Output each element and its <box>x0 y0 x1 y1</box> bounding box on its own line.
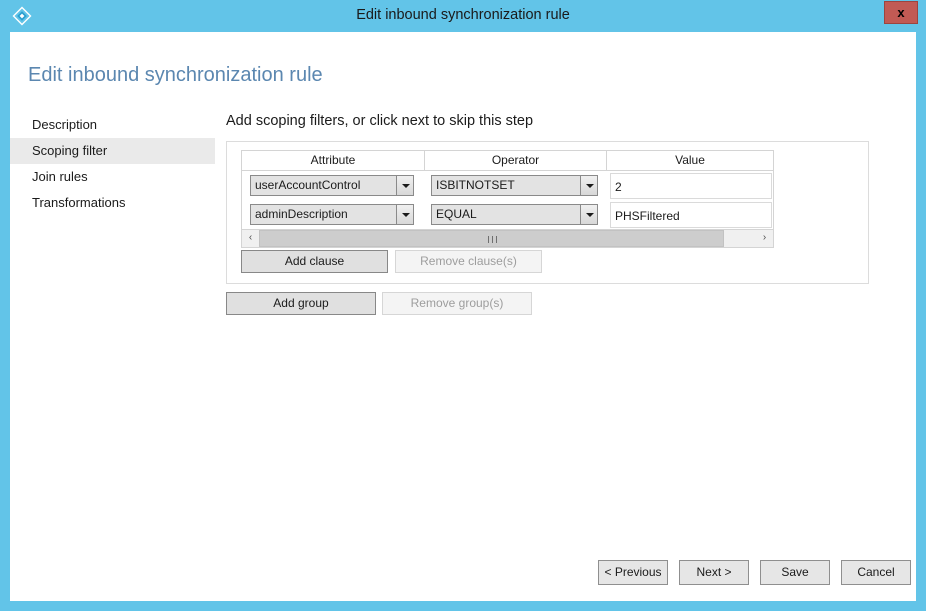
remove-clause-button: Remove clause(s) <box>395 250 542 273</box>
value-input[interactable] <box>610 201 772 228</box>
scrollbar-thumb[interactable] <box>259 230 724 247</box>
chevron-down-icon[interactable] <box>580 176 597 195</box>
column-header-value[interactable]: Value <box>607 151 773 170</box>
operator-dropdown[interactable]: ISBITNOTSET <box>431 175 598 196</box>
horizontal-scrollbar[interactable]: ‹ › <box>242 229 773 247</box>
cell-attribute: userAccountControl <box>242 175 425 196</box>
cell-operator: EQUAL <box>425 204 607 225</box>
attribute-dropdown-value: userAccountControl <box>255 178 361 192</box>
column-header-operator[interactable]: Operator <box>425 151 607 170</box>
sidebar-item-scoping-filter[interactable]: Scoping filter <box>10 138 215 164</box>
scoping-filter-group-panel: Attribute Operator Value userAccountCont… <box>226 141 869 284</box>
sidebar-item-transformations[interactable]: Transformations <box>10 190 215 216</box>
operator-dropdown[interactable]: EQUAL <box>431 204 598 225</box>
add-group-button[interactable]: Add group <box>226 292 376 315</box>
page-title: Edit inbound synchronization rule <box>28 64 323 86</box>
dialog-window: Edit inbound synchronization rule x Edit… <box>0 0 926 611</box>
cell-value <box>607 201 773 228</box>
next-button[interactable]: Next > <box>679 560 749 585</box>
remove-group-button: Remove group(s) <box>382 292 532 315</box>
chevron-down-icon[interactable] <box>580 205 597 224</box>
wizard-step-nav: Description Scoping filter Join rules Tr… <box>10 112 215 216</box>
cell-operator: ISBITNOTSET <box>425 175 607 196</box>
cancel-button[interactable]: Cancel <box>841 560 911 585</box>
chevron-down-icon[interactable] <box>396 176 413 195</box>
operator-dropdown-value: EQUAL <box>436 207 477 221</box>
table-row: userAccountControl ISBITNOTSET <box>242 171 773 200</box>
previous-button[interactable]: < Previous <box>598 560 668 585</box>
step-heading: Add scoping filters, or click next to sk… <box>226 113 534 129</box>
dialog-client-area: Edit inbound synchronization rule Descri… <box>10 32 916 601</box>
attribute-dropdown[interactable]: userAccountControl <box>250 175 414 196</box>
attribute-dropdown[interactable]: adminDescription <box>250 204 414 225</box>
operator-dropdown-value: ISBITNOTSET <box>436 178 515 192</box>
scroll-left-icon[interactable]: ‹ <box>242 230 259 247</box>
sidebar-item-join-rules[interactable]: Join rules <box>10 164 215 190</box>
dialog-footer: < Previous Next > Save Cancel <box>598 560 911 585</box>
window-title: Edit inbound synchronization rule <box>356 7 570 23</box>
sidebar-item-description[interactable]: Description <box>10 112 215 138</box>
value-input[interactable] <box>610 172 772 199</box>
grip-icon <box>487 236 497 243</box>
scroll-right-icon[interactable]: › <box>756 230 773 247</box>
add-clause-button[interactable]: Add clause <box>241 250 388 273</box>
chevron-down-icon[interactable] <box>396 205 413 224</box>
column-header-attribute[interactable]: Attribute <box>242 151 425 170</box>
close-icon[interactable]: x <box>884 1 918 24</box>
group-button-bar: Add group Remove group(s) <box>226 292 532 315</box>
table-header-row: Attribute Operator Value <box>242 151 773 171</box>
cell-value <box>607 172 773 199</box>
title-bar[interactable]: Edit inbound synchronization rule x <box>0 0 926 32</box>
cell-attribute: adminDescription <box>242 204 425 225</box>
save-button[interactable]: Save <box>760 560 830 585</box>
table-row: adminDescription EQUAL <box>242 200 773 229</box>
clause-table: Attribute Operator Value userAccountCont… <box>241 150 774 248</box>
clause-button-bar: Add clause Remove clause(s) <box>241 250 542 273</box>
scrollbar-track[interactable] <box>259 230 756 247</box>
attribute-dropdown-value: adminDescription <box>255 207 348 221</box>
